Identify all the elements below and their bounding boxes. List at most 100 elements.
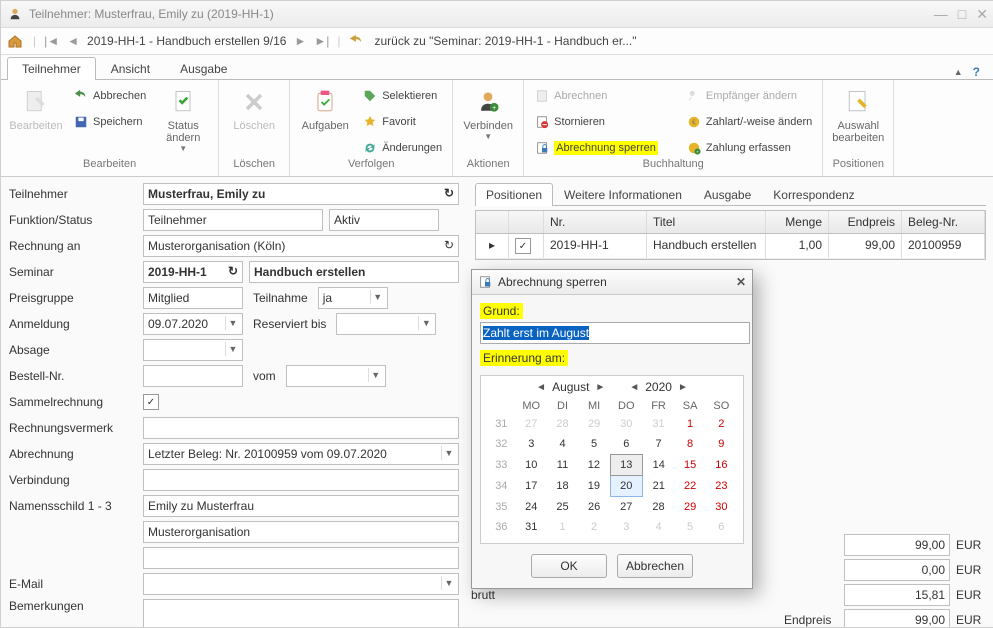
calendar-day[interactable]: 29 — [578, 414, 610, 434]
calendar-day[interactable]: 7 — [643, 434, 675, 455]
abrechnung-field[interactable]: Letzter Beleg: Nr. 20100959 vom 09.07.20… — [143, 443, 459, 465]
table-row[interactable]: ▸ ✓ 2019-HH-1 Handbuch erstellen 1,00 99… — [476, 234, 985, 259]
sammelrechnung-checkbox[interactable]: ✓ — [143, 394, 159, 410]
verbindung-field[interactable] — [143, 469, 459, 491]
absage-field[interactable]: ▼ — [143, 339, 243, 361]
col-menge[interactable]: Menge — [766, 211, 829, 233]
next-month-icon[interactable]: ► — [595, 382, 605, 393]
tab-ausgabe[interactable]: Ausgabe — [165, 57, 242, 80]
rechnungsvermerk-field[interactable] — [143, 417, 459, 439]
calendar-day[interactable]: 2 — [578, 517, 610, 537]
calendar-day[interactable]: 6 — [706, 517, 737, 537]
change-payment-button[interactable]: € Zahlart/-weise ändern — [682, 110, 816, 134]
calendar-day[interactable]: 10 — [516, 455, 547, 476]
subtab-ausgabe[interactable]: Ausgabe — [693, 183, 762, 206]
breadcrumb[interactable]: zurück zu "Seminar: 2019-HH-1 - Handbuch… — [374, 34, 636, 48]
refresh-icon[interactable]: ↻ — [442, 238, 456, 252]
namensschild1-field[interactable]: Emily zu Musterfrau — [143, 495, 459, 517]
calendar-day[interactable]: 23 — [706, 476, 737, 497]
calendar-day[interactable]: 24 — [516, 497, 547, 518]
tasks-button[interactable]: Aufgaben — [296, 84, 354, 134]
calendar-day[interactable]: 20 — [610, 476, 643, 497]
calendar-day[interactable]: 8 — [674, 434, 705, 455]
back-icon[interactable] — [348, 34, 366, 48]
calendar-day[interactable]: 15 — [674, 455, 705, 476]
calendar-day[interactable]: 1 — [674, 414, 705, 434]
seminar-title-field[interactable]: Handbuch erstellen — [249, 261, 459, 283]
dropdown-icon[interactable]: ▼ — [225, 342, 240, 356]
seminar-code-field[interactable]: 2019-HH-1 ↻ — [143, 261, 243, 283]
calendar-day[interactable]: 11 — [547, 455, 578, 476]
vom-field[interactable]: ▼ — [286, 365, 386, 387]
refresh-icon[interactable]: ↻ — [226, 264, 240, 278]
dropdown-icon[interactable]: ▼ — [441, 576, 456, 590]
lock-invoice-button[interactable]: Abrechnung sperren — [530, 136, 662, 160]
calendar-day[interactable]: 17 — [516, 476, 547, 497]
change-recipient-button[interactable]: Empfänger ändern — [682, 84, 816, 108]
calendar-day[interactable]: 27 — [516, 414, 547, 434]
cancel-button[interactable]: Abbrechen — [617, 554, 693, 578]
namensschild2-field[interactable]: Musterorganisation — [143, 521, 459, 543]
subtab-korrespondenz[interactable]: Korrespondenz — [762, 183, 865, 206]
namensschild3-field[interactable] — [143, 547, 459, 569]
changes-button[interactable]: Änderungen — [358, 136, 446, 160]
calendar-day[interactable]: 28 — [643, 497, 675, 518]
col-titel[interactable]: Titel — [647, 211, 766, 233]
help-icon[interactable]: ? — [973, 65, 980, 79]
calendar-day[interactable]: 22 — [674, 476, 705, 497]
home-icon[interactable] — [7, 33, 25, 49]
email-field[interactable]: ▼ — [143, 573, 459, 595]
tab-ansicht[interactable]: Ansicht — [96, 57, 165, 80]
calendar-day[interactable]: 2 — [706, 414, 737, 434]
collapse-ribbon-icon[interactable]: ▲ — [954, 67, 963, 77]
reserviert-field[interactable]: ▼ — [336, 313, 436, 335]
calendar-day[interactable]: 18 — [547, 476, 578, 497]
funktion-field[interactable]: Teilnehmer — [143, 209, 323, 231]
calendar-day[interactable]: 21 — [643, 476, 675, 497]
col-endpreis[interactable]: Endpreis — [829, 211, 902, 233]
status-change-button[interactable]: Status ändern ▼ — [154, 84, 212, 155]
calendar-day[interactable]: 12 — [578, 455, 610, 476]
tab-teilnehmer[interactable]: Teilnehmer — [7, 57, 96, 80]
col-beleg[interactable]: Beleg-Nr. — [902, 211, 985, 233]
calendar-day[interactable]: 19 — [578, 476, 610, 497]
calendar-day[interactable]: 3 — [610, 517, 643, 537]
teilnahme-field[interactable]: ja ▼ — [318, 287, 388, 309]
calendar-day[interactable]: 28 — [547, 414, 578, 434]
calendar-day[interactable]: 3 — [516, 434, 547, 455]
bestellnr-field[interactable] — [143, 365, 243, 387]
connect-button[interactable]: + Verbinden ▼ — [459, 84, 517, 143]
anmeldung-field[interactable]: 09.07.2020 ▼ — [143, 313, 243, 335]
ok-button[interactable]: OK — [531, 554, 607, 578]
refresh-icon[interactable]: ↻ — [442, 186, 456, 200]
status-field[interactable]: Aktiv — [329, 209, 439, 231]
calendar-day[interactable]: 5 — [578, 434, 610, 455]
save-button[interactable]: Speichern — [69, 110, 150, 134]
select-button[interactable]: Selektieren — [358, 84, 446, 108]
calendar-day[interactable]: 4 — [547, 434, 578, 455]
close-icon[interactable]: ✕ — [736, 275, 746, 289]
dialog-titlebar[interactable]: Abrechnung sperren ✕ — [472, 270, 752, 295]
bemerkungen-field[interactable] — [143, 599, 459, 628]
prev-month-icon[interactable]: ◄ — [536, 382, 546, 393]
date-picker[interactable]: ◄ August ► ◄ 2020 ► MODIMIDOFRSASO 31272… — [480, 375, 744, 544]
col-nr[interactable]: Nr. — [544, 211, 647, 233]
cancel-invoice-button[interactable]: Stornieren — [530, 110, 662, 134]
preisgruppe-field[interactable]: Mitglied — [143, 287, 243, 309]
minimize-button[interactable]: — — [934, 6, 948, 23]
calendar-day[interactable]: 13 — [610, 455, 643, 476]
grund-input[interactable]: Zahlt erst im August — [480, 322, 750, 344]
calendar-day[interactable]: 25 — [547, 497, 578, 518]
calendar-day[interactable]: 5 — [674, 517, 705, 537]
calendar-day[interactable]: 9 — [706, 434, 737, 455]
favorite-button[interactable]: Favorit — [358, 110, 446, 134]
dropdown-icon[interactable]: ▼ — [418, 316, 433, 330]
calendar-day[interactable]: 1 — [547, 517, 578, 537]
calendar-day[interactable]: 31 — [643, 414, 675, 434]
dropdown-icon[interactable]: ▼ — [368, 368, 383, 382]
edit-selection-button[interactable]: Auswahl bearbeiten — [829, 84, 887, 146]
next-record-icon[interactable]: ► — [294, 34, 306, 48]
edit-button[interactable]: Bearbeiten — [7, 84, 65, 134]
row-selector-icon[interactable]: ▸ — [476, 234, 509, 258]
first-record-icon[interactable]: |◄ — [44, 34, 59, 48]
